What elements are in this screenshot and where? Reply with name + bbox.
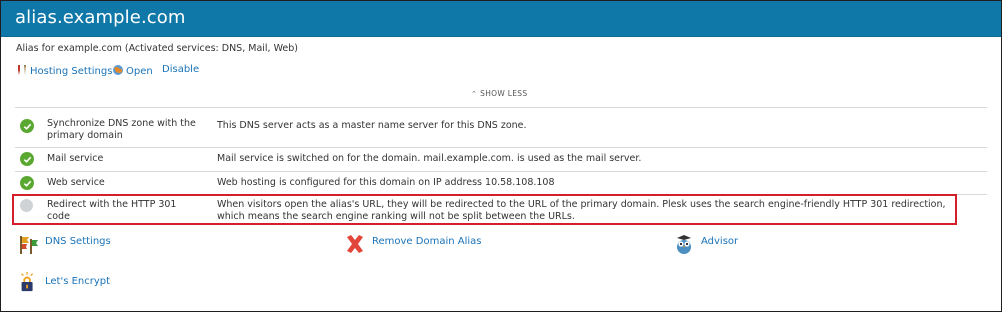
dns-settings-tool[interactable]: DNS Settings xyxy=(17,233,157,257)
service-description: Mail service is switched on for the doma… xyxy=(217,153,642,164)
alias-subtitle: Alias for example.com (Activated service… xyxy=(16,43,299,54)
service-description: Web hosting is configured for this domai… xyxy=(217,177,555,188)
highlight-box xyxy=(12,194,957,225)
lets-encrypt-tool[interactable]: Let's Encrypt xyxy=(17,271,157,297)
remove-domain-alias-tool[interactable]: Remove Domain Alias xyxy=(344,233,504,257)
padlock-icon xyxy=(21,271,34,292)
lets-encrypt-label[interactable]: Let's Encrypt xyxy=(45,276,110,287)
dns-settings-label[interactable]: DNS Settings xyxy=(45,236,111,247)
service-name: Synchronize DNS zone with the primary do… xyxy=(47,118,196,141)
alias-panel: alias.example.com Alias for example.com … xyxy=(0,0,1002,312)
service-name: Web service xyxy=(47,177,105,188)
dns-flags-icon xyxy=(20,236,38,254)
service-row-mail: Mail service Mail service is switched on… xyxy=(15,148,987,170)
service-name: Mail service xyxy=(47,153,104,164)
advisor-tool[interactable]: Advisor xyxy=(673,233,793,257)
remove-domain-alias-label[interactable]: Remove Domain Alias xyxy=(372,236,481,247)
advisor-label[interactable]: Advisor xyxy=(701,236,738,247)
open-label[interactable]: Open xyxy=(126,66,153,77)
status-on-icon xyxy=(20,176,34,190)
hosting-settings-link[interactable]: Hosting Settings xyxy=(16,64,112,77)
service-row-web: Web service Web hosting is configured fo… xyxy=(15,172,987,194)
status-on-icon xyxy=(20,119,34,133)
owl-icon xyxy=(677,235,691,254)
page-title: alias.example.com xyxy=(15,7,186,28)
service-row-dns: Synchronize DNS zone with the primary do… xyxy=(15,113,987,145)
red-x-icon xyxy=(347,235,363,253)
globe-icon xyxy=(113,65,123,75)
show-less-label: SHOW LESS xyxy=(480,89,528,98)
chevron-up-icon: ⌃ xyxy=(471,90,478,98)
service-description: This DNS server acts as a master name se… xyxy=(217,120,527,131)
divider xyxy=(15,107,987,108)
title-bar: alias.example.com xyxy=(1,1,1001,37)
disable-link[interactable]: Disable xyxy=(162,64,199,75)
open-link[interactable]: Open xyxy=(112,64,153,77)
disable-label[interactable]: Disable xyxy=(162,64,199,75)
status-on-icon xyxy=(20,152,34,166)
wrench-icon xyxy=(18,65,26,75)
hosting-settings-label[interactable]: Hosting Settings xyxy=(30,66,112,77)
show-less-toggle[interactable]: ⌃ SHOW LESS xyxy=(471,89,527,98)
